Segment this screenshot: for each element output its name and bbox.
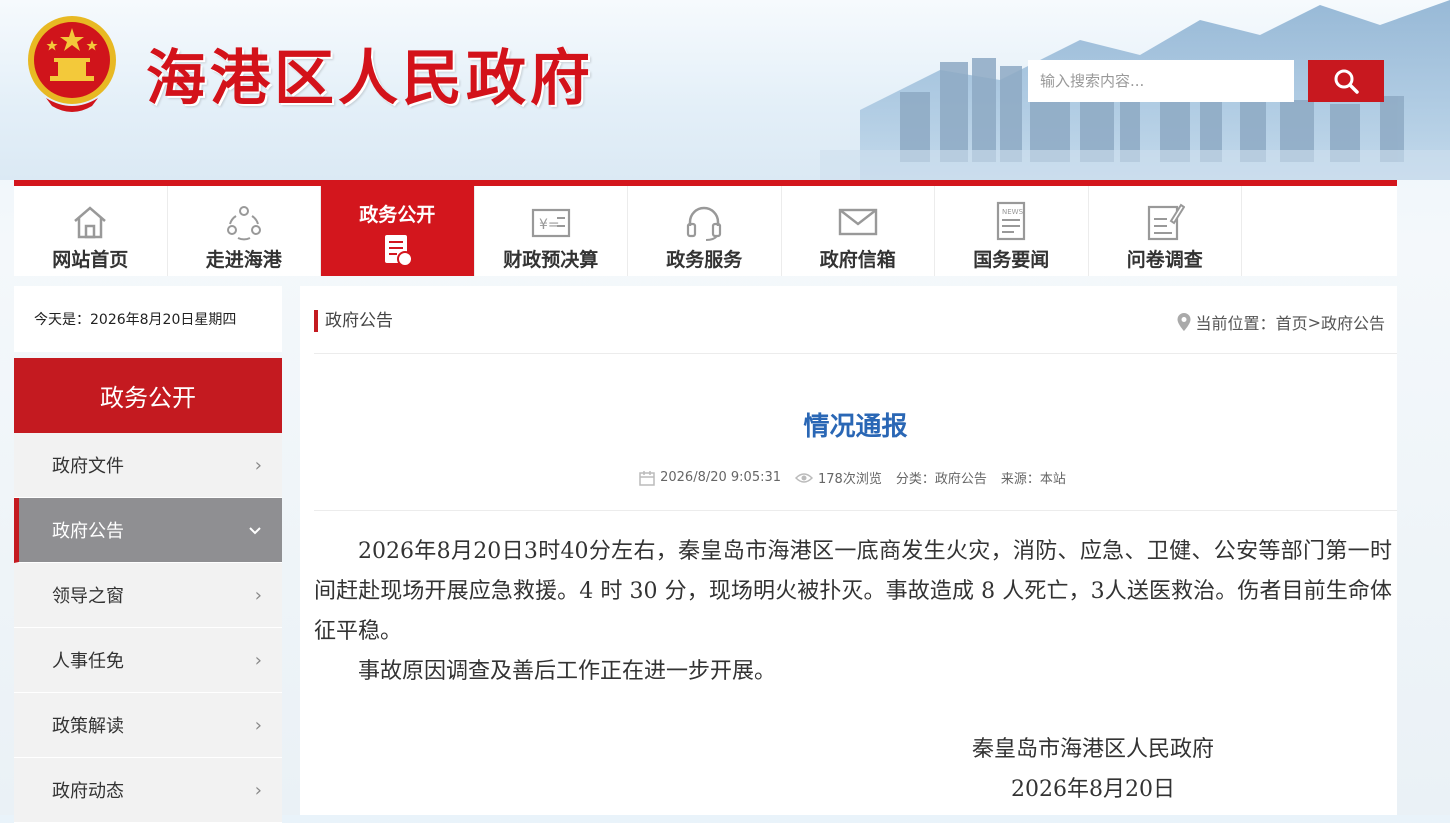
site-header: 海港区人民政府 (0, 0, 1450, 180)
nav-label: 财政预决算 (503, 249, 599, 271)
chevron-right-icon: › (254, 714, 262, 736)
divider (314, 510, 1397, 511)
current-location: 当前位置： 首页 > 政府公告 (1176, 310, 1385, 334)
article-meta: 2026/8/20 9:05:31 178次浏览 分类：政府公告 来源：本站 (300, 468, 1411, 487)
calendar-icon (639, 470, 655, 486)
article-signature: 秦皇岛市海港区人民政府 2026年8月20日 (928, 730, 1258, 810)
chevron-down-icon (248, 520, 262, 541)
nav-finance[interactable]: ¥= 财政预决算 (475, 186, 628, 276)
article-category: 分类：政府公告 (895, 472, 987, 487)
national-emblem-logo (28, 16, 116, 112)
sidebar-item-label: 政府公告 (52, 521, 124, 542)
chevron-right-icon: › (254, 454, 262, 476)
view-count: 178次浏览 (818, 472, 882, 487)
chevron-right-icon: › (254, 779, 262, 801)
eye-icon (795, 472, 814, 483)
article-paragraph: 事故原因调查及善后工作正在进一步开展。 (358, 659, 777, 684)
finance-icon: ¥= (531, 208, 570, 238)
nav-services[interactable]: 政务服务 (628, 186, 782, 276)
search-button[interactable] (1308, 60, 1384, 102)
main-content: 政府公告 当前位置： 首页 > 政府公告 情况通报 2026/8/20 9:05… (300, 286, 1397, 815)
main-nav: 网站首页 走进海港 政务公开 ¥= 财政预决算 政务服务 政府信箱 NEWS 国… (14, 180, 1397, 276)
sidebar-item-gov-announcements[interactable]: 政府公告 (14, 498, 282, 563)
sidebar-item-label: 政策解读 (52, 716, 124, 737)
sidebar-menu: 政府文件 › 政府公告 领导之窗 › 人事任免 › 政策解读 › 政府动态 › (14, 433, 282, 823)
survey-icon (1147, 203, 1185, 241)
nav-label: 问卷调查 (1126, 249, 1203, 271)
svg-text:NEWS: NEWS (1002, 208, 1024, 216)
signature-date: 2026年8月20日 (1011, 777, 1175, 802)
nav-label: 网站首页 (52, 249, 129, 271)
article-body: 2026年8月20日3时40分左右，秦皇岛市海港区一底商发生火灾，消防、应急、卫… (314, 532, 1392, 692)
breadcrumb-home-link[interactable]: 首页 (1276, 310, 1308, 334)
mail-icon (838, 208, 877, 236)
nav-news[interactable]: NEWS 国务要闻 (935, 186, 1089, 276)
today-date: 今天是：2026年8月20日星期四 (14, 286, 282, 352)
chevron-right-icon: › (254, 584, 262, 606)
article-paragraph: 2026年8月20日3时40分左右，秦皇岛市海港区一底商发生火灾，消防、应急、卫… (314, 539, 1392, 644)
search-input[interactable] (1028, 60, 1294, 102)
nav-gov-affairs[interactable]: 政务公开 (321, 186, 475, 276)
site-title: 海港区人民政府 (146, 44, 594, 114)
breadcrumb-separator: > (1307, 312, 1321, 332)
signature-org: 秦皇岛市海港区人民政府 (971, 737, 1214, 762)
nav-label: 政府信箱 (819, 249, 896, 271)
breadcrumb-current-link[interactable]: 政府公告 (1321, 310, 1385, 334)
sidebar-item-policy-interpretation[interactable]: 政策解读 › (14, 693, 282, 758)
search-icon (1334, 69, 1359, 94)
sidebar-item-gov-documents[interactable]: 政府文件 › (14, 433, 282, 498)
article-source: 来源：本站 (1000, 472, 1066, 487)
nav-label: 政务公开 (359, 204, 436, 226)
nav-survey[interactable]: 问卷调查 (1089, 186, 1242, 276)
location-label: 当前位置： (1195, 314, 1276, 333)
publish-date: 2026/8/20 9:05:31 (660, 470, 782, 485)
nav-label: 走进海港 (205, 249, 282, 271)
location-pin-icon (1177, 313, 1191, 331)
search-bar (1028, 60, 1384, 102)
nav-label: 国务要闻 (973, 249, 1050, 271)
sidebar-item-label: 政府文件 (52, 456, 124, 477)
sidebar-item-leaders[interactable]: 领导之窗 › (14, 563, 282, 628)
sidebar-item-personnel[interactable]: 人事任免 › (14, 628, 282, 693)
headset-icon (687, 206, 722, 241)
sidebar-item-label: 领导之窗 (52, 586, 124, 607)
sidebar-item-label: 人事任免 (52, 651, 124, 672)
sidebar-header: 政务公开 (14, 358, 282, 433)
nav-about[interactable]: 走进海港 (168, 186, 321, 276)
people-network-icon (226, 206, 261, 241)
document-icon (385, 235, 414, 267)
nav-home[interactable]: 网站首页 (14, 186, 168, 276)
svg-text:¥=: ¥= (539, 217, 560, 233)
nav-label: 政务服务 (666, 249, 743, 271)
section-title: 政府公告 (314, 310, 393, 332)
sidebar-item-gov-news[interactable]: 政府动态 › (14, 758, 282, 823)
breadcrumb: 政府公告 当前位置： 首页 > 政府公告 (314, 286, 1397, 354)
sidebar-item-label: 政府动态 (52, 781, 124, 802)
home-icon (74, 206, 107, 239)
article-title: 情况通报 (803, 412, 908, 442)
news-icon: NEWS (997, 201, 1026, 241)
chevron-right-icon: › (254, 649, 262, 671)
nav-mailbox[interactable]: 政府信箱 (782, 186, 935, 276)
